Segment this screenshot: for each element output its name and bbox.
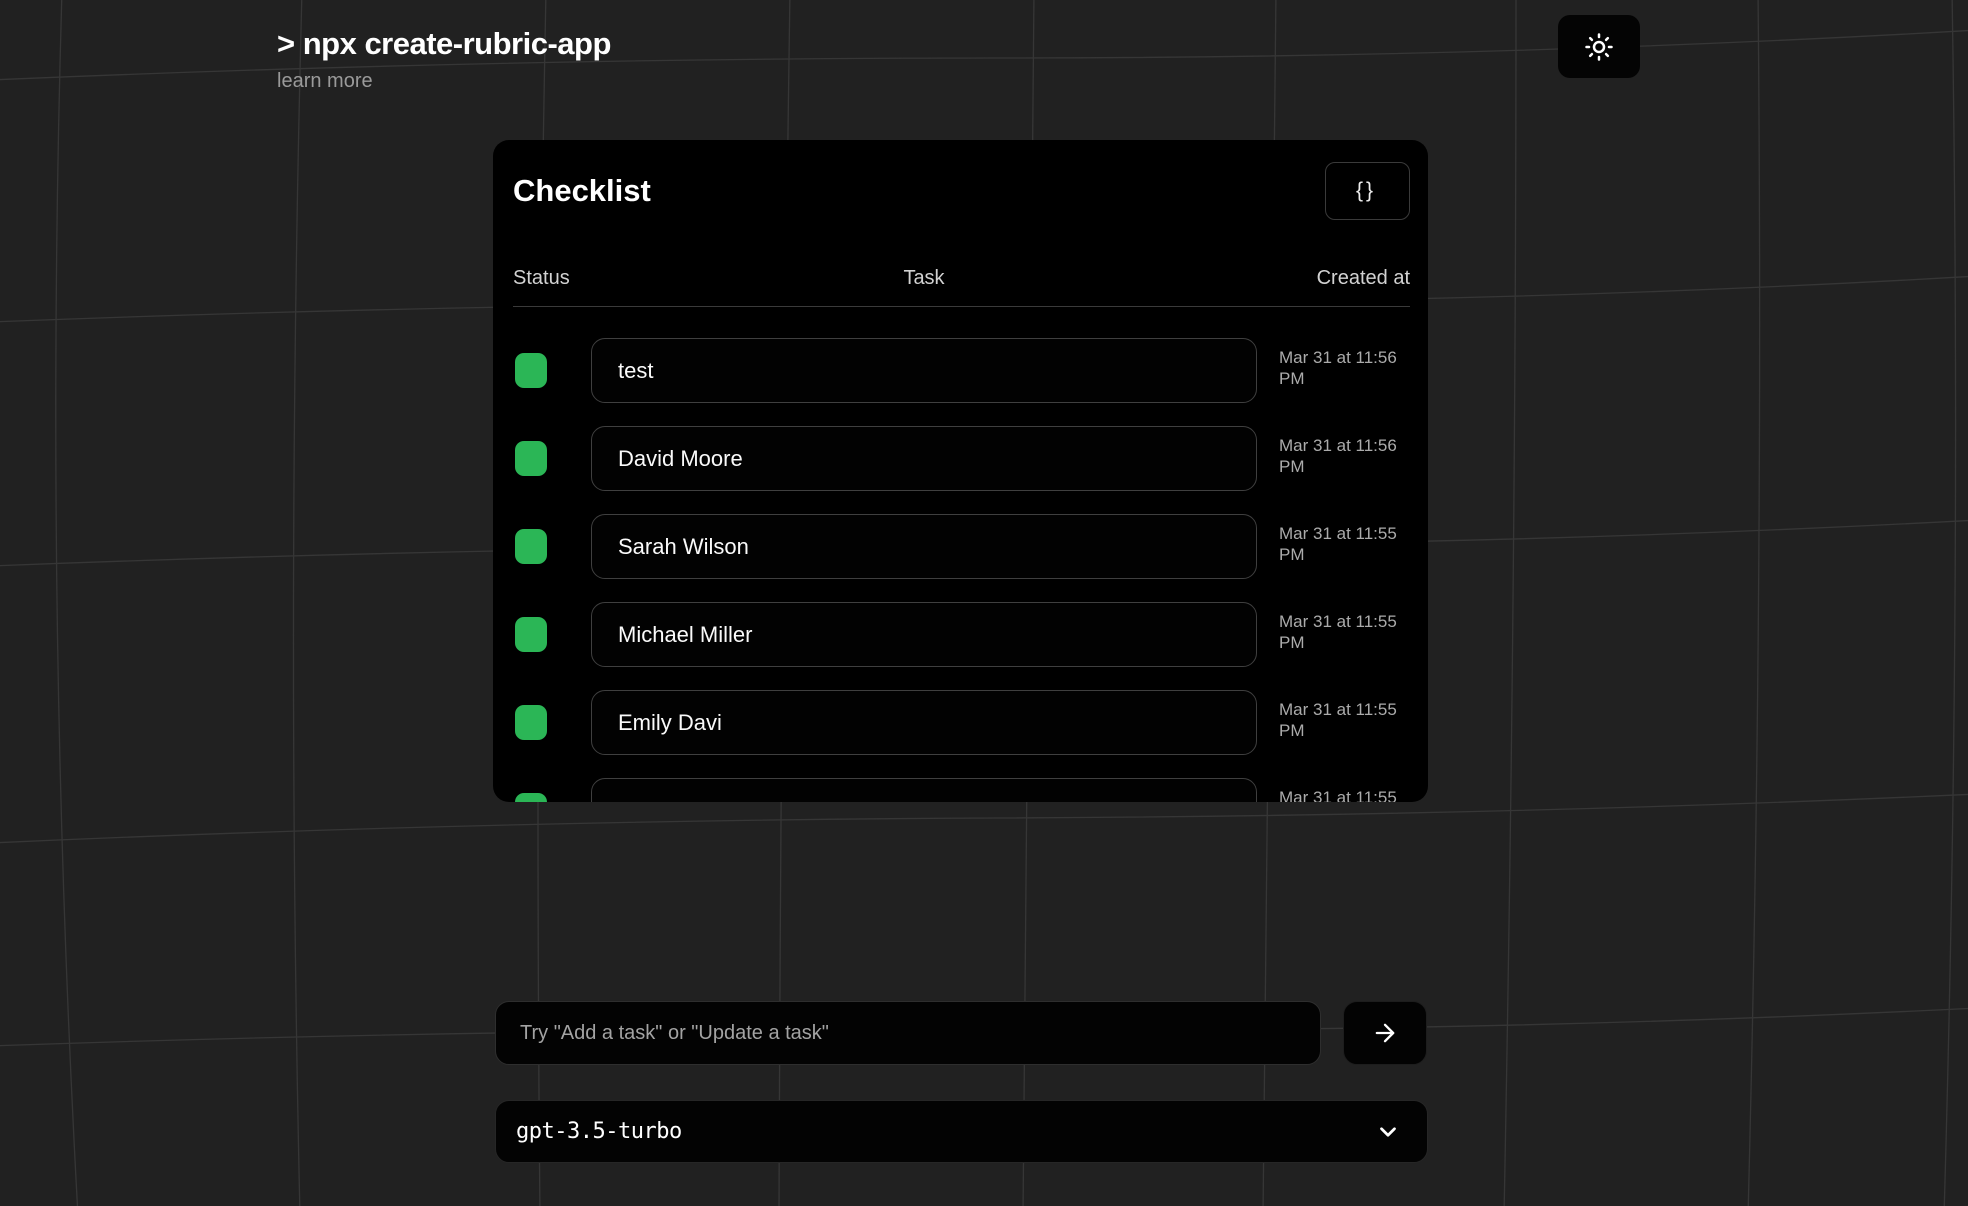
- task-input[interactable]: David Moore: [591, 426, 1257, 491]
- task-created-at: Mar 31 at 11:56 PM: [1279, 347, 1419, 389]
- app-background: > npx create-rubric-app learn more Check…: [0, 0, 1968, 1206]
- prompt-input[interactable]: [495, 1001, 1321, 1065]
- checklist-card: Checklist {} Status Task Created at test…: [493, 140, 1428, 802]
- task-label: Robert Johnson: [618, 798, 773, 803]
- theme-toggle-button[interactable]: [1558, 15, 1640, 78]
- task-label: Michael Miller: [618, 622, 752, 648]
- task-created-at: Mar 31 at 11:55 PM: [1279, 611, 1419, 653]
- task-status-checkbox[interactable]: [515, 705, 547, 740]
- column-header-created: Created at: [1317, 267, 1410, 290]
- task-row: Robert Johnson Mar 31 at 11:55 PM: [513, 778, 1410, 802]
- card-header: Checklist {}: [513, 162, 1410, 220]
- task-row: Sarah Wilson Mar 31 at 11:55 PM: [513, 514, 1410, 579]
- task-status-checkbox[interactable]: [515, 529, 547, 564]
- task-row: test Mar 31 at 11:56 PM: [513, 338, 1410, 403]
- task-status-checkbox[interactable]: [515, 793, 547, 802]
- send-button[interactable]: [1343, 1001, 1427, 1065]
- model-select-value: gpt-3.5-turbo: [516, 1119, 682, 1144]
- task-label: test: [618, 358, 653, 384]
- task-list: test Mar 31 at 11:56 PM David Moore Mar …: [513, 338, 1410, 802]
- task-status-checkbox[interactable]: [515, 441, 547, 476]
- task-created-at: Mar 31 at 11:56 PM: [1279, 435, 1419, 477]
- task-status-checkbox[interactable]: [515, 353, 547, 388]
- arrow-right-icon: [1371, 1019, 1399, 1047]
- column-header-status: Status: [513, 267, 570, 290]
- task-created-at: Mar 31 at 11:55 PM: [1279, 523, 1419, 565]
- sun-icon: [1584, 32, 1614, 62]
- page-title: > npx create-rubric-app: [277, 26, 611, 62]
- task-input[interactable]: Robert Johnson: [591, 778, 1257, 802]
- chevron-down-icon: [1375, 1119, 1401, 1145]
- app-header: > npx create-rubric-app learn more: [277, 26, 611, 93]
- task-row: Michael Miller Mar 31 at 11:55 PM: [513, 602, 1410, 667]
- task-created-at: Mar 31 at 11:55 PM: [1279, 787, 1419, 802]
- learn-more-link[interactable]: learn more: [277, 70, 373, 93]
- task-status-checkbox[interactable]: [515, 617, 547, 652]
- task-row: David Moore Mar 31 at 11:56 PM: [513, 426, 1410, 491]
- task-input[interactable]: test: [591, 338, 1257, 403]
- task-label: Sarah Wilson: [618, 534, 749, 560]
- task-created-at: Mar 31 at 11:55 PM: [1279, 699, 1419, 741]
- column-header-task: Task: [591, 267, 1257, 290]
- task-input[interactable]: Michael Miller: [591, 602, 1257, 667]
- task-label: Emily Davi: [618, 710, 722, 736]
- task-row: Emily Davi Mar 31 at 11:55 PM: [513, 690, 1410, 755]
- checklist-title: Checklist: [513, 173, 651, 209]
- json-view-button[interactable]: {}: [1325, 162, 1410, 220]
- task-input[interactable]: Emily Davi: [591, 690, 1257, 755]
- table-header: Status Task Created at: [513, 267, 1410, 291]
- braces-icon: {}: [1356, 179, 1376, 203]
- header-divider: [513, 306, 1410, 307]
- task-input[interactable]: Sarah Wilson: [591, 514, 1257, 579]
- task-label: David Moore: [618, 446, 743, 472]
- model-select[interactable]: gpt-3.5-turbo: [495, 1100, 1428, 1163]
